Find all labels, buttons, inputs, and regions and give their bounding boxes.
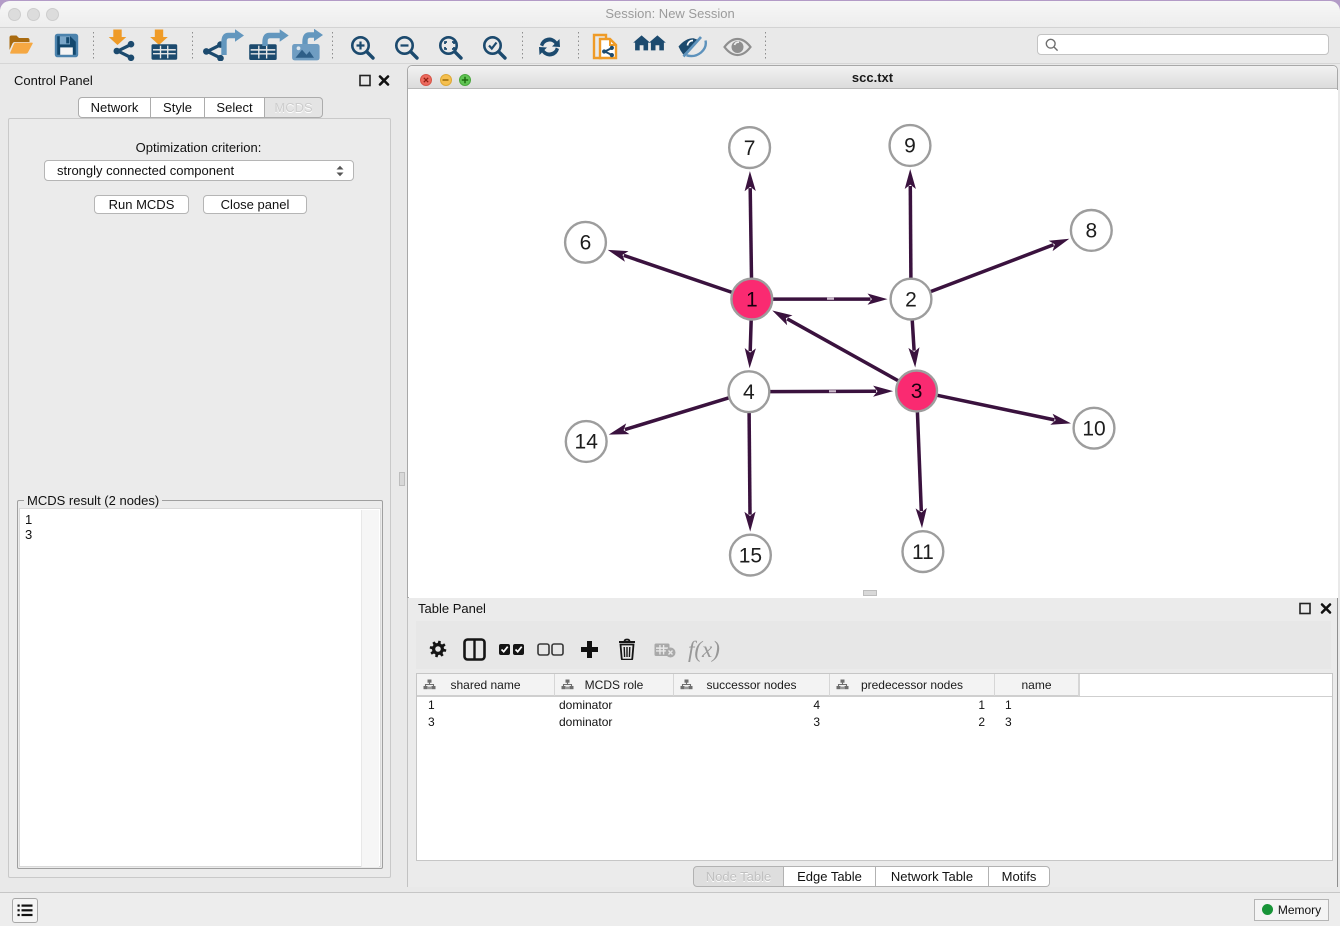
svg-text:14: 14 <box>575 431 599 454</box>
svg-text:8: 8 <box>1085 220 1097 243</box>
svg-text:2: 2 <box>905 288 917 311</box>
svg-text:10: 10 <box>1082 417 1105 440</box>
svg-text:3: 3 <box>911 380 923 403</box>
svg-text:15: 15 <box>739 544 762 567</box>
svg-text:1: 1 <box>746 288 758 311</box>
svg-text:6: 6 <box>580 232 592 255</box>
svg-text:7: 7 <box>744 137 756 160</box>
svg-text:11: 11 <box>912 541 934 564</box>
svg-text:4: 4 <box>743 381 755 404</box>
svg-text:9: 9 <box>904 135 916 158</box>
